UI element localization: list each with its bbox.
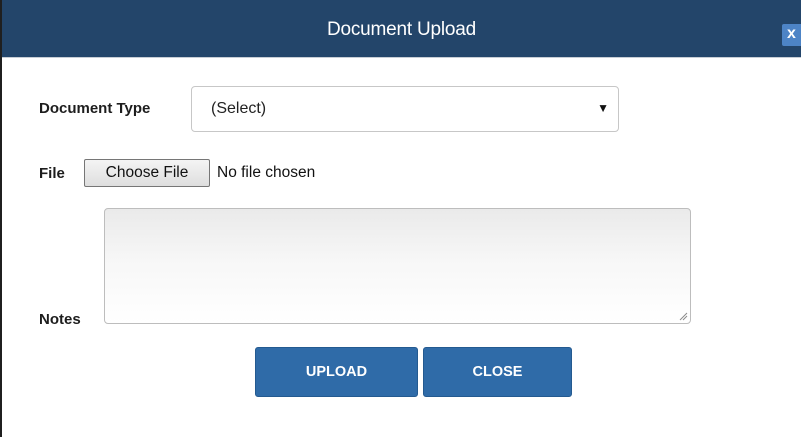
resize-grip-icon[interactable]: [679, 312, 688, 321]
dialog-titlebar: Document Upload x: [2, 0, 801, 58]
close-icon[interactable]: x: [782, 24, 801, 46]
choose-file-button[interactable]: Choose File: [84, 159, 210, 187]
document-type-selected-value: (Select): [211, 100, 267, 117]
notes-label: Notes: [39, 311, 81, 328]
dialog-title: Document Upload: [326, 19, 477, 40]
document-type-select[interactable]: (Select) ▼: [191, 86, 619, 132]
notes-textarea[interactable]: [104, 208, 691, 324]
upload-button[interactable]: UPLOAD: [255, 347, 418, 397]
caret-down-icon: ▼: [597, 101, 609, 115]
file-status-text: No file chosen: [217, 164, 316, 181]
file-label: File: [39, 165, 65, 182]
document-type-label: Document Type: [39, 100, 151, 117]
document-upload-dialog: Document Upload x Document Type (Select)…: [0, 0, 801, 437]
close-button[interactable]: CLOSE: [423, 347, 572, 397]
